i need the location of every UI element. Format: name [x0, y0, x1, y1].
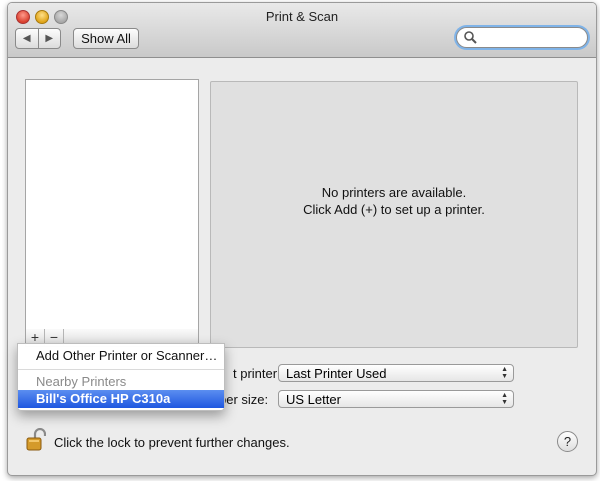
paper-size-value: US Letter	[286, 392, 341, 407]
add-printer-menu: Add Other Printer or Scanner… Nearby Pri…	[17, 343, 225, 411]
default-printer-value: Last Printer Used	[286, 366, 387, 381]
printer-detail-pane: No printers are available. Click Add (+)…	[210, 81, 578, 348]
default-printer-label: t printer:	[233, 366, 281, 381]
popup-arrows-icon: ▲ ▼	[501, 392, 508, 406]
menu-item-add-other[interactable]: Add Other Printer or Scanner…	[18, 347, 224, 365]
titlebar: Print & Scan ◀ ▶ Show All	[8, 3, 596, 58]
back-forward-control: ◀ ▶	[15, 28, 61, 49]
menu-item-nearby-printer[interactable]: Bill's Office HP C310a	[18, 390, 224, 408]
empty-state-line-2: Click Add (+) to set up a printer.	[303, 202, 485, 217]
show-all-button[interactable]: Show All	[73, 28, 139, 49]
popup-arrows-icon: ▲ ▼	[501, 366, 508, 380]
default-printer-popup[interactable]: Last Printer Used ▲ ▼	[278, 364, 514, 382]
lock-message: Click the lock to prevent further change…	[54, 435, 290, 450]
search-icon	[464, 31, 477, 44]
printer-list[interactable]	[25, 79, 199, 331]
paper-size-popup[interactable]: US Letter ▲ ▼	[278, 390, 514, 408]
forward-icon[interactable]: ▶	[37, 29, 61, 48]
back-icon[interactable]: ◀	[16, 29, 38, 48]
menu-separator	[18, 369, 224, 370]
lock-icon[interactable]	[26, 428, 46, 452]
window-title: Print & Scan	[265, 9, 339, 24]
paper-size-label: per size:	[219, 392, 269, 407]
empty-state-message: No printers are available. Click Add (+)…	[211, 184, 577, 218]
help-icon[interactable]: ?	[557, 431, 578, 452]
menu-header-nearby: Nearby Printers	[36, 374, 127, 389]
search-field[interactable]	[456, 27, 588, 48]
empty-state-line-1: No printers are available.	[321, 185, 467, 200]
